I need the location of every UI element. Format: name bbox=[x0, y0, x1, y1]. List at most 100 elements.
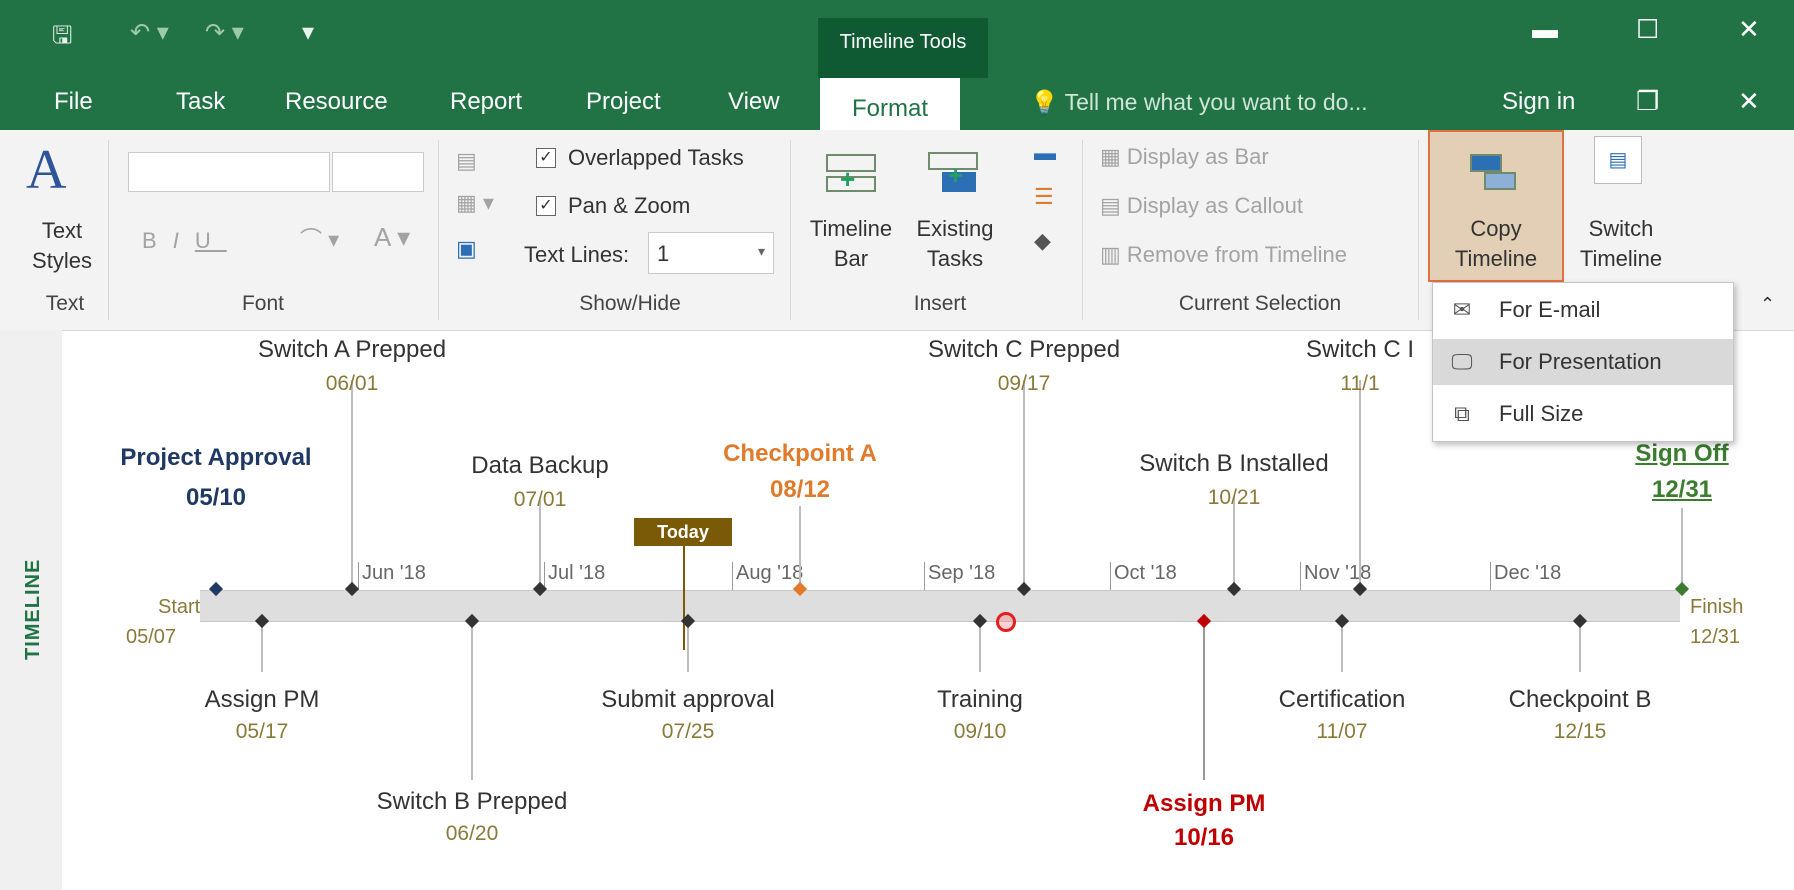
milestone-date: 09/10 bbox=[953, 720, 1007, 743]
month-label: Oct '18 bbox=[1110, 562, 1177, 590]
timeline-bar[interactable] bbox=[200, 590, 1680, 622]
insert-milestone-icon[interactable]: ◆ bbox=[1034, 228, 1051, 254]
undo-icon[interactable]: ↶ ▾ bbox=[130, 18, 169, 47]
today-marker: Today bbox=[634, 518, 732, 546]
milestone-connector bbox=[1203, 626, 1205, 780]
save-icon[interactable]: 🖫 bbox=[52, 18, 72, 59]
milestone-name: Certification bbox=[1278, 686, 1406, 713]
milestone-connector bbox=[799, 506, 801, 590]
timeline-side-label: TIMELINE bbox=[22, 558, 44, 660]
restore-icon[interactable]: ☐ bbox=[1636, 14, 1659, 45]
milestone-date: 10/16 bbox=[1173, 824, 1235, 851]
milestone-name: Checkpoint B bbox=[1508, 686, 1652, 713]
tab-view[interactable]: View bbox=[728, 80, 780, 124]
copy-timeline-icon bbox=[1470, 146, 1516, 194]
font-name-select[interactable] bbox=[128, 152, 330, 192]
date-format-icon[interactable]: ▤ bbox=[456, 148, 477, 174]
divider bbox=[438, 140, 439, 320]
font-color-button[interactable]: A ▾ bbox=[374, 222, 410, 253]
milestone-date: 06/20 bbox=[445, 822, 499, 845]
milestone-name: Submit approval bbox=[601, 686, 775, 713]
month-label: Jul '18 bbox=[544, 562, 605, 590]
sign-in-link[interactable]: Sign in bbox=[1502, 80, 1575, 124]
milestone-connector bbox=[261, 626, 263, 672]
timeline-bar-button[interactable]: Timeline Bar bbox=[806, 214, 896, 274]
insert-group-label: Insert bbox=[913, 292, 967, 315]
finish-date: 12/31 bbox=[1690, 626, 1741, 648]
collapse-ribbon-icon[interactable]: ⌃ bbox=[1760, 294, 1775, 315]
month-label: Jun '18 bbox=[358, 562, 426, 590]
presentation-icon: 🖵 bbox=[1451, 349, 1473, 374]
milestone-date: 05/17 bbox=[235, 720, 289, 743]
text-lines-input[interactable]: 1 ▾ bbox=[648, 232, 774, 274]
tab-format[interactable]: Format bbox=[820, 78, 961, 138]
milestone-connector bbox=[979, 626, 981, 672]
font-format-buttons[interactable]: BIU bbox=[142, 228, 227, 254]
milestone-date: 07/01 bbox=[513, 488, 567, 511]
tab-task[interactable]: Task bbox=[176, 80, 225, 124]
pan-zoom-label: Pan & Zoom bbox=[568, 193, 691, 218]
timeline-bar-icon[interactable]: + bbox=[826, 146, 876, 196]
copy-timeline-menu: ✉ For E-mail 🖵 For Presentation ⧉ Full S… bbox=[1432, 282, 1734, 442]
menu-item-for-presentation[interactable]: 🖵 For Presentation bbox=[1433, 339, 1733, 385]
minimize-icon[interactable]: ▬ bbox=[1532, 14, 1558, 45]
menu-item-for-email[interactable]: ✉ For E-mail bbox=[1433, 287, 1733, 333]
insert-task-icon[interactable]: ▬ bbox=[1034, 140, 1056, 166]
remove-icon: ▥ bbox=[1100, 242, 1127, 267]
tab-file[interactable]: File bbox=[54, 80, 93, 124]
redo-icon[interactable]: ↷ ▾ bbox=[205, 18, 244, 47]
divider bbox=[108, 140, 109, 320]
menu-item-full-size[interactable]: ⧉ Full Size bbox=[1433, 391, 1733, 437]
month-label: Aug '18 bbox=[732, 562, 803, 590]
milestone-connector bbox=[687, 626, 689, 672]
milestone-date: 08/12 bbox=[769, 476, 831, 503]
display-as-callout-button[interactable]: ▤ Display as Callout bbox=[1100, 193, 1303, 219]
divider bbox=[1082, 140, 1083, 320]
milestone-name: Switch C Prepped bbox=[927, 336, 1121, 363]
overlapped-tasks-label: Overlapped Tasks bbox=[568, 145, 744, 170]
milestone-name: Sign Off bbox=[1635, 440, 1729, 467]
divider bbox=[1418, 140, 1419, 320]
existing-tasks-button[interactable]: Existing Tasks bbox=[908, 214, 1002, 274]
remove-from-timeline-button[interactable]: ▥ Remove from Timeline bbox=[1100, 242, 1347, 268]
text-styles-icon[interactable]: A bbox=[26, 138, 66, 202]
detailed-icon[interactable]: ▦ ▾ bbox=[456, 190, 494, 216]
milestone-name: Training bbox=[937, 686, 1023, 713]
context-tab-group: Timeline Tools bbox=[818, 18, 988, 78]
month-label: Sep '18 bbox=[924, 562, 995, 590]
text-group-label: Text bbox=[45, 292, 85, 315]
copy-timeline-button[interactable]: Copy Timeline bbox=[1428, 130, 1564, 282]
cursor-indicator bbox=[996, 612, 1016, 632]
switch-timeline-button[interactable]: Switch Timeline bbox=[1566, 214, 1676, 274]
text-styles-button[interactable]: Text Styles bbox=[32, 216, 92, 276]
milestone-date: 11/1 bbox=[1340, 372, 1380, 395]
tab-resource[interactable]: Resource bbox=[285, 80, 388, 124]
tell-me-input[interactable]: 💡 Tell me what you want to do... bbox=[1030, 80, 1368, 124]
highlight-color-icon[interactable]: ⌒ ▾ bbox=[300, 222, 339, 254]
milestone-connector bbox=[351, 380, 353, 590]
ribbon-restore-icon[interactable]: ❐ bbox=[1636, 86, 1659, 117]
milestone-connector bbox=[1359, 380, 1361, 590]
ribbon-close-icon[interactable]: ✕ bbox=[1738, 86, 1760, 117]
tab-report[interactable]: Report bbox=[450, 80, 522, 124]
display-as-bar-button[interactable]: ▦ Display as Bar bbox=[1100, 144, 1269, 170]
quick-access-customize-icon[interactable]: ▾ bbox=[302, 18, 314, 47]
timescale-icon[interactable]: ▣ bbox=[456, 236, 477, 262]
milestone-name: Switch B Prepped bbox=[376, 788, 568, 815]
milestone-date: 11/07 bbox=[1316, 720, 1368, 743]
lightbulb-icon: 💡 bbox=[1030, 89, 1059, 115]
milestone-date: 05/10 bbox=[185, 484, 247, 511]
switch-timeline-icon[interactable]: ▤ bbox=[1594, 136, 1642, 184]
existing-tasks-icon[interactable]: + bbox=[928, 146, 980, 202]
display-as-callout-icon: ▤ bbox=[1100, 193, 1127, 218]
tab-project[interactable]: Project bbox=[586, 80, 661, 124]
overlapped-tasks-checkbox[interactable]: ✓ bbox=[536, 148, 556, 168]
pan-zoom-checkbox[interactable]: ✓ bbox=[536, 196, 556, 216]
milestone-connector bbox=[1023, 380, 1025, 590]
display-as-bar-icon: ▦ bbox=[1100, 144, 1127, 169]
font-size-select[interactable] bbox=[332, 152, 424, 192]
milestone-connector bbox=[1233, 496, 1235, 590]
close-icon[interactable]: ✕ bbox=[1738, 14, 1760, 45]
milestone-date: 06/01 bbox=[325, 372, 379, 395]
insert-callout-icon[interactable]: ☰ bbox=[1034, 184, 1054, 210]
